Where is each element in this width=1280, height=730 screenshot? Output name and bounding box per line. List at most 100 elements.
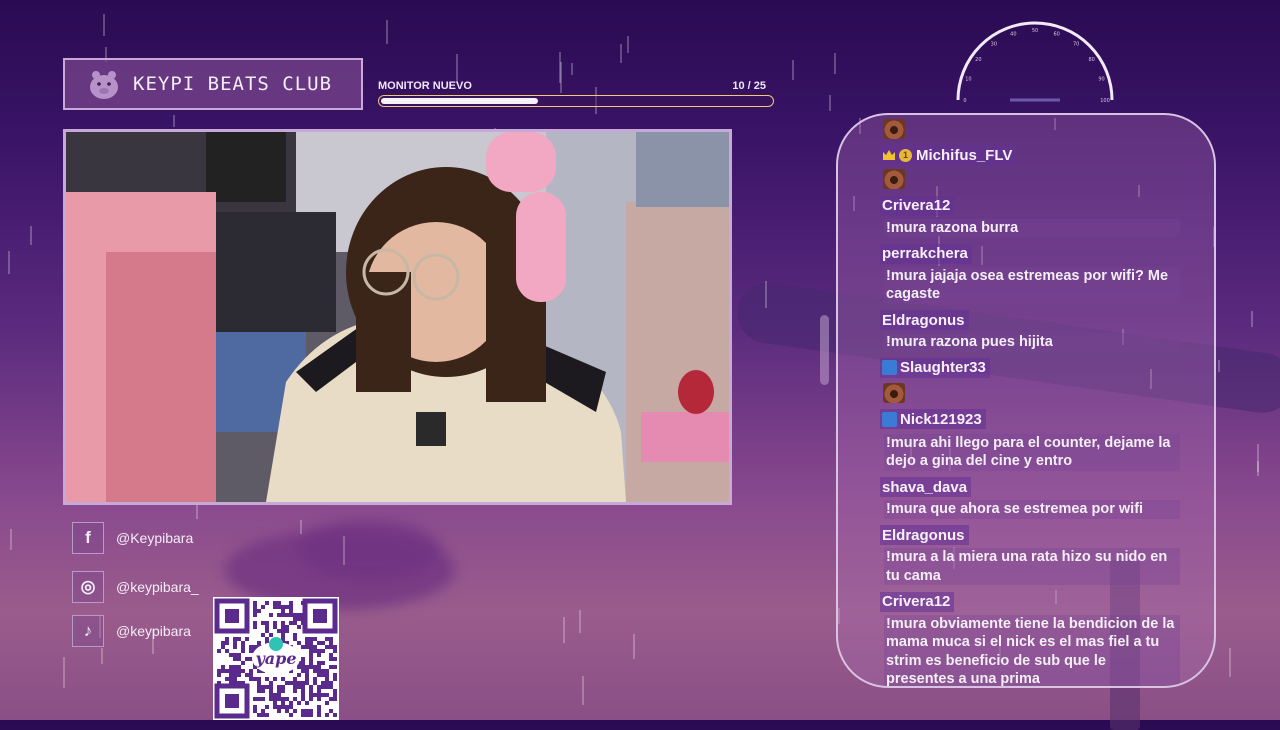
gauge-tick-label: 70 [1073, 41, 1079, 47]
qr-module [333, 713, 337, 717]
qr-module [305, 701, 309, 705]
qr-module [305, 665, 309, 669]
qr-module [261, 633, 265, 637]
qr-module [329, 645, 333, 649]
qr-module [333, 677, 337, 681]
qr-module [261, 709, 265, 713]
chat-username[interactable]: Eldragonus [880, 525, 969, 545]
qr-module [281, 689, 285, 693]
qr-module [325, 673, 329, 677]
qr-module [253, 621, 257, 625]
chat-username[interactable]: Crivera12 [880, 195, 955, 216]
qr-module [321, 649, 325, 653]
chat-username[interactable]: 1 Michifus_FLV [880, 145, 1017, 165]
brand-panel: KEYPI BEATS CLUB [63, 58, 363, 110]
chat-message-text: !mura obviamente tiene la bendicion de l… [884, 614, 1180, 686]
qr-module [301, 661, 305, 665]
qr-module [253, 609, 257, 613]
rain-streak [627, 36, 629, 53]
qr-module [229, 653, 233, 657]
qr-module [281, 633, 285, 637]
qr-module [277, 605, 281, 609]
rain-streak [620, 44, 622, 63]
qr-module [329, 681, 333, 685]
rain-streak [633, 634, 635, 659]
qr-module [269, 693, 273, 697]
qr-module [233, 677, 237, 681]
qr-module [281, 629, 285, 633]
qr-module [309, 713, 313, 717]
qr-module [333, 693, 337, 697]
qr-module [309, 653, 313, 657]
qr-module [317, 713, 321, 717]
qr-module [245, 657, 249, 661]
qr-module [305, 641, 309, 645]
qr-module [301, 709, 305, 713]
qr-module [301, 657, 305, 661]
qr-module [233, 665, 237, 669]
emote-icon [883, 383, 905, 403]
yape-qr-code[interactable]: yape [213, 597, 339, 720]
qr-module [253, 605, 257, 609]
qr-module [241, 661, 245, 665]
chat-message: Crivera12 !mura razona burra [880, 195, 1180, 237]
chat-username-text: perrakchera [882, 245, 968, 262]
qr-module [241, 645, 245, 649]
qr-module [313, 681, 317, 685]
chat-username[interactable]: Eldragonus [880, 310, 969, 330]
chat-username[interactable]: shava_dava [880, 477, 972, 497]
qr-module [289, 681, 293, 685]
qr-module [317, 661, 321, 665]
qr-module [329, 709, 333, 713]
qr-module [293, 697, 297, 701]
qr-module [305, 637, 309, 641]
gauge-tick-label: 20 [975, 57, 981, 63]
qr-module [321, 673, 325, 677]
qr-module [277, 629, 281, 633]
chat-username[interactable]: Crivera12 [880, 591, 955, 612]
qr-module [293, 681, 297, 685]
qr-module [225, 637, 229, 641]
qr-module [281, 705, 285, 709]
qr-module [301, 685, 305, 689]
qr-module [313, 693, 317, 697]
facebook-icon: f [72, 522, 104, 554]
social-tiktok[interactable]: ♪ @keypibara [72, 615, 191, 647]
social-instagram[interactable]: ◎ @keypibara_ [72, 571, 199, 603]
qr-module [333, 665, 337, 669]
qr-module [281, 613, 285, 617]
social-facebook[interactable]: f @Keypibara [72, 522, 193, 554]
qr-module [313, 645, 317, 649]
qr-module [249, 669, 253, 673]
chat-scrollbar[interactable] [820, 315, 829, 385]
qr-module [293, 677, 297, 681]
qr-module [285, 613, 289, 617]
qr-module [309, 649, 313, 653]
rain-streak [1229, 648, 1231, 677]
qr-module [281, 697, 285, 701]
qr-module [273, 705, 277, 709]
qr-module [309, 637, 313, 641]
rain-streak [765, 281, 767, 308]
chat-username[interactable]: Slaughter33 [880, 357, 990, 378]
qr-module [293, 613, 297, 617]
chat-username[interactable]: Nick121923 [880, 409, 986, 429]
gauge-tick-label: 60 [1053, 31, 1059, 37]
qr-module [333, 689, 337, 693]
rain-streak [173, 115, 175, 127]
webcam-feed [63, 129, 732, 505]
qr-module [281, 701, 285, 705]
qr-module [237, 665, 241, 669]
qr-module [317, 653, 321, 657]
rain-streak [343, 536, 345, 565]
qr-module [325, 637, 329, 641]
rain-streak [10, 529, 12, 550]
chat-username[interactable]: perrakchera [880, 243, 972, 264]
qr-module [285, 705, 289, 709]
brand-title: KEYPI BEATS CLUB [133, 73, 333, 95]
chat-message-list: 1 Michifus_FLV Crivera12 !mura razona bu… [880, 119, 1180, 686]
qr-module [317, 669, 321, 673]
prime-badge-icon [882, 360, 897, 375]
qr-module [233, 645, 237, 649]
chat-username-text: Slaughter33 [900, 359, 986, 376]
